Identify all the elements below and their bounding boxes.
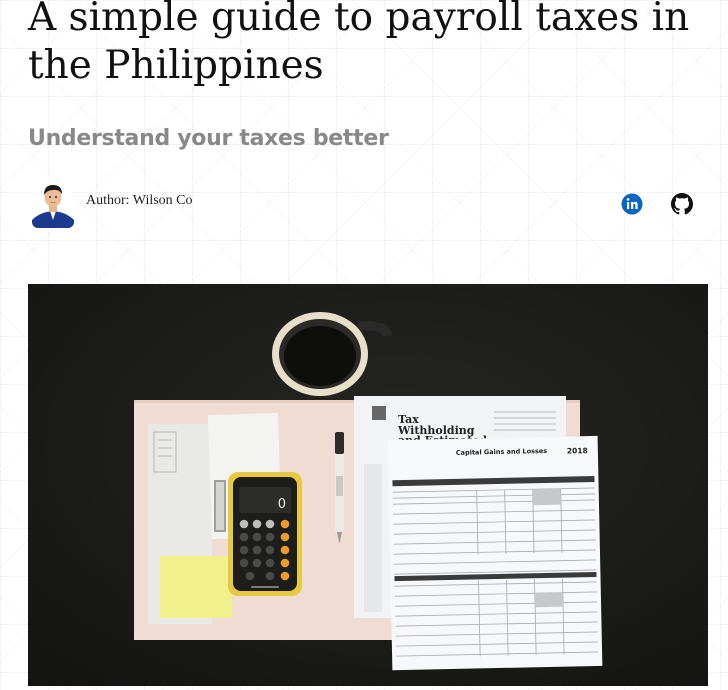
- calculator: 0: [228, 472, 302, 596]
- github-icon[interactable]: [671, 193, 693, 215]
- tax-form-front: Capital Gains and Losses 2018: [387, 435, 603, 671]
- svg-text:0: 0: [278, 497, 286, 512]
- author-avatar[interactable]: [32, 180, 74, 228]
- article-title: A simple guide to payroll taxes in the P…: [28, 0, 690, 88]
- article-subtitle: Understand your taxes better: [28, 126, 389, 151]
- linkedin-icon[interactable]: [621, 193, 643, 215]
- pen: [335, 432, 344, 544]
- svg-text:2018: 2018: [567, 446, 588, 455]
- author-row: Author: Wilson Co: [0, 178, 728, 234]
- author-name: Author: Wilson Co: [86, 193, 193, 208]
- sticky-note: [160, 556, 232, 618]
- hero-image: 0 Tax Withholding Capital Gains and Loss…: [28, 284, 708, 686]
